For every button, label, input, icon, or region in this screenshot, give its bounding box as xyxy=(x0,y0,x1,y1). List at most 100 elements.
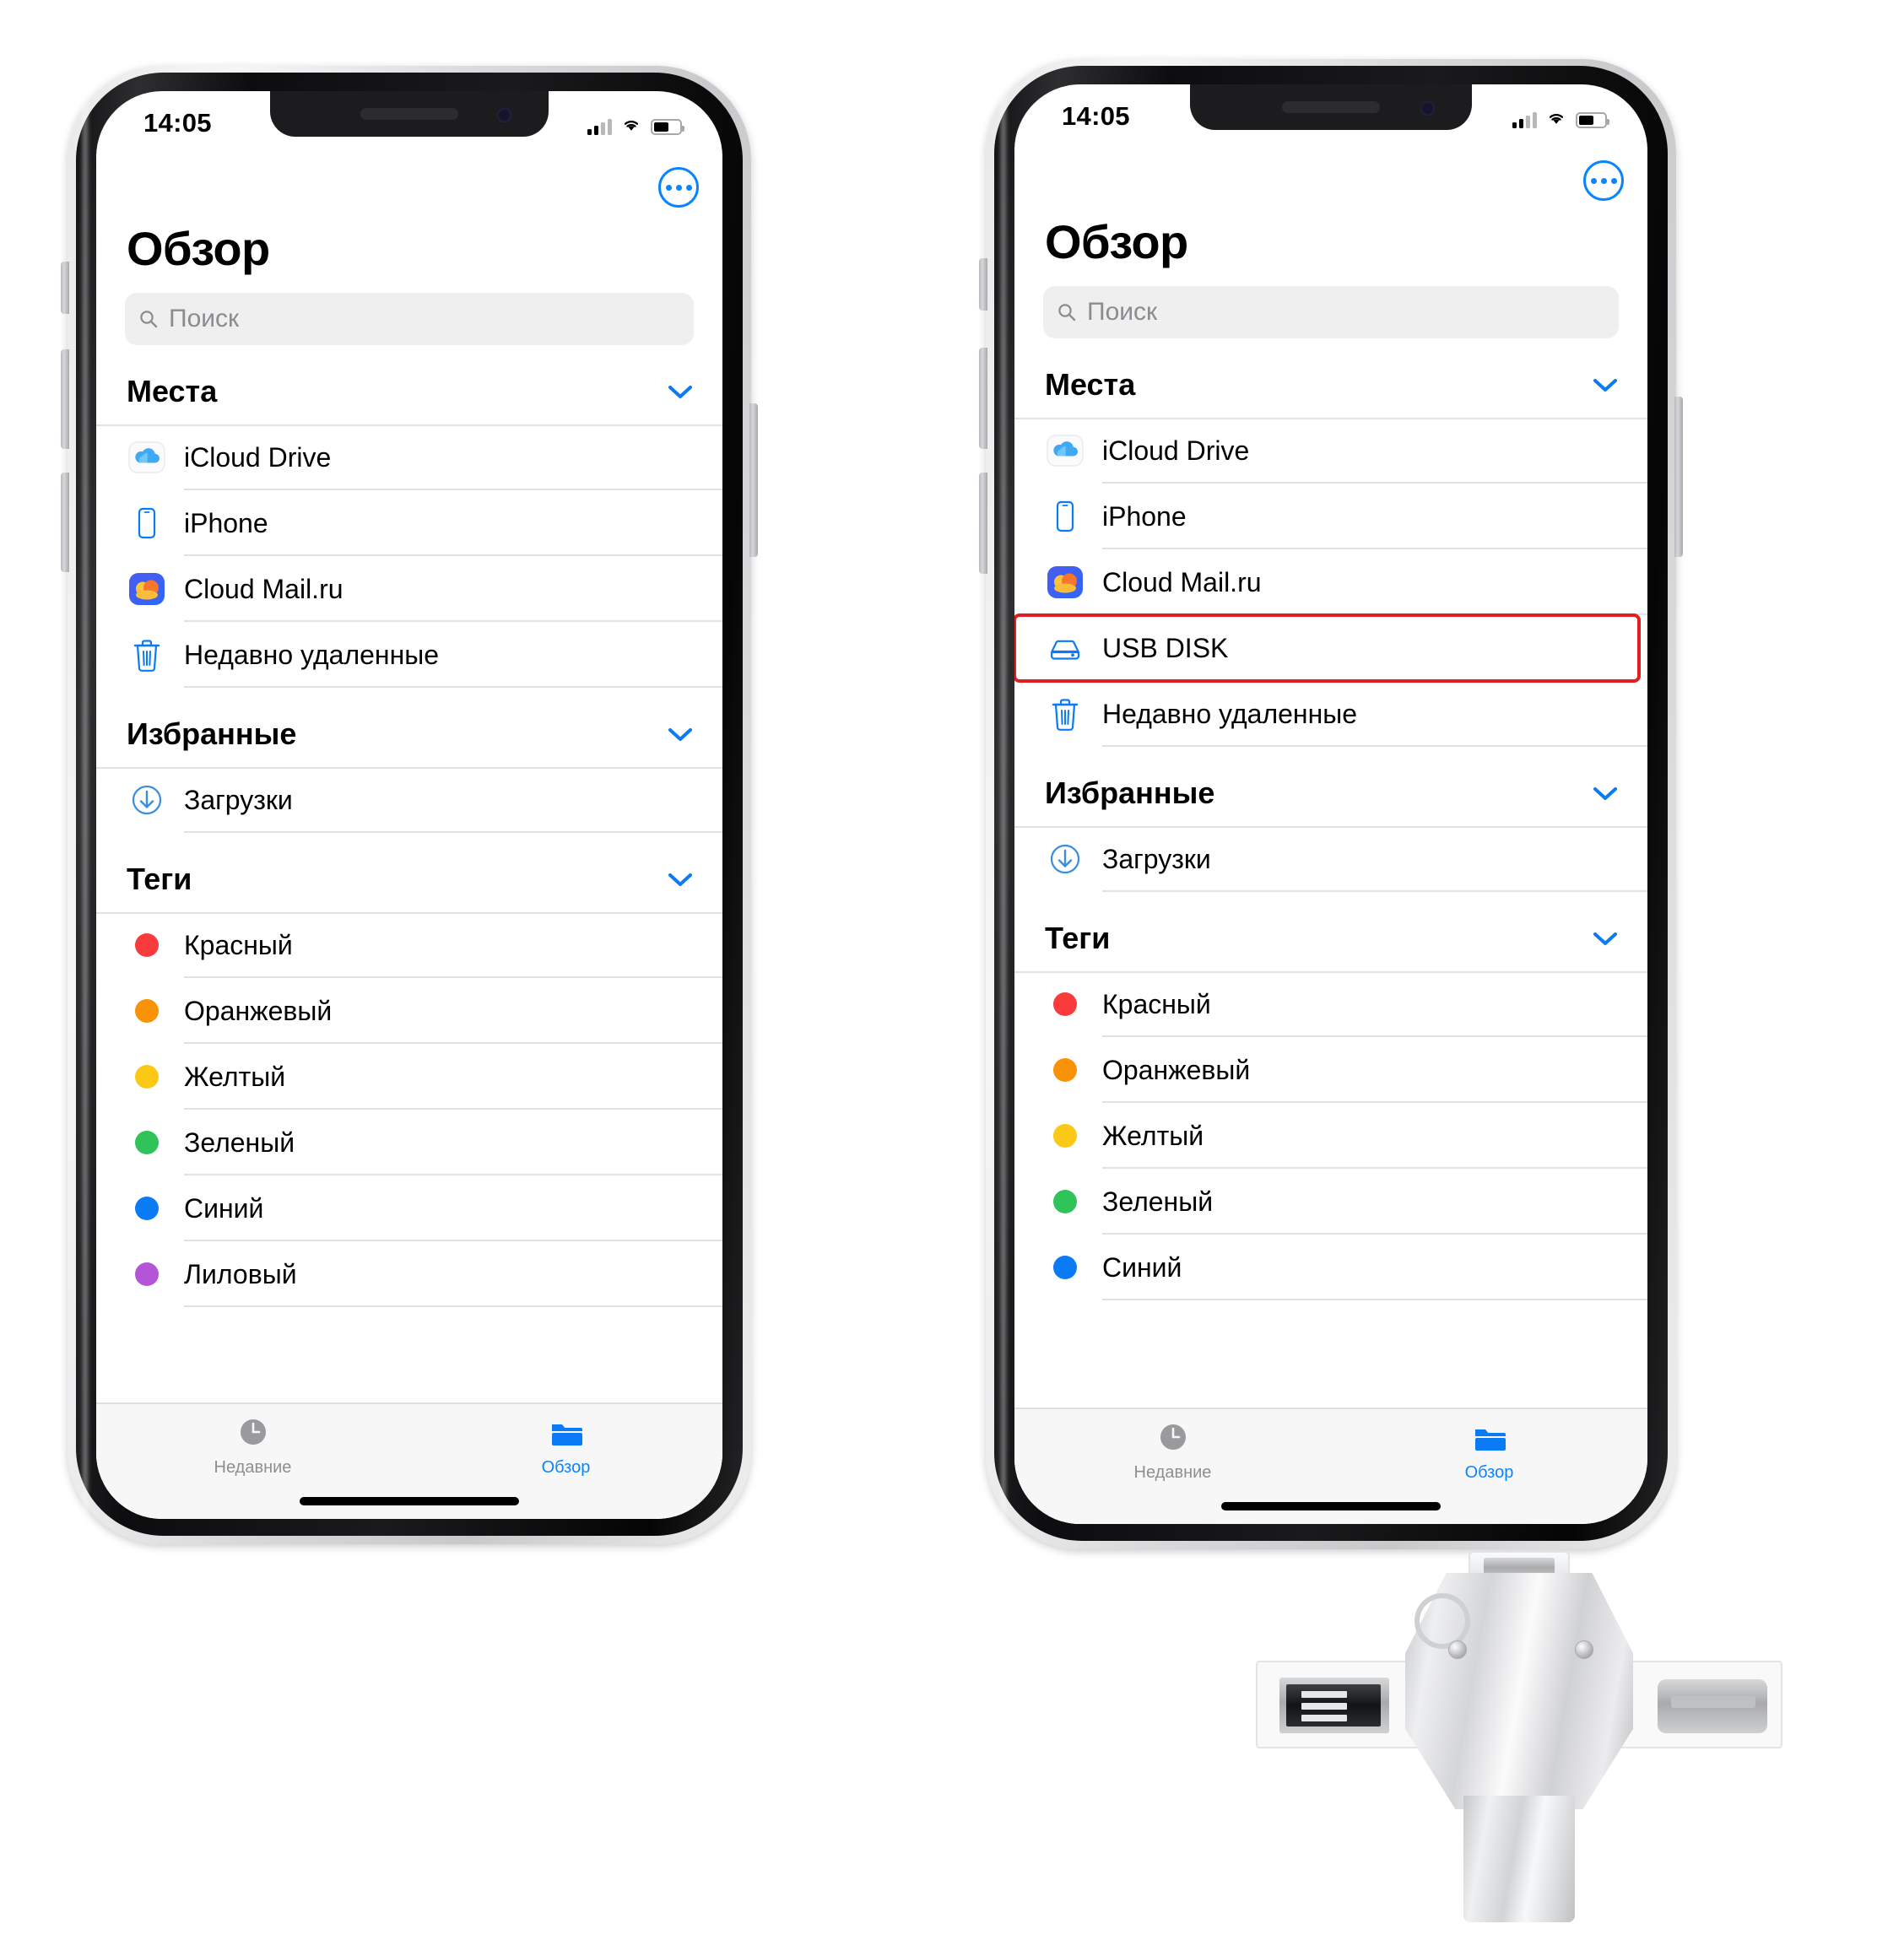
list-item[interactable]: Загрузки xyxy=(96,767,722,833)
list-item[interactable]: Оранжевый xyxy=(96,978,722,1044)
tab-bar: Недавние Обзор xyxy=(1014,1408,1647,1524)
usb-pin xyxy=(1301,1691,1347,1698)
power-button[interactable] xyxy=(1674,397,1683,557)
list-item[interactable]: Красный xyxy=(1014,971,1647,1037)
search-icon xyxy=(1058,304,1076,322)
list-item[interactable]: Cloud Mail.ru xyxy=(1014,549,1647,615)
section-header-favorites[interactable]: Избранные xyxy=(1014,747,1647,826)
tag-color-dot-icon xyxy=(1045,1116,1085,1156)
list-item[interactable]: Лиловый xyxy=(96,1241,722,1307)
wifi-icon xyxy=(1549,113,1564,124)
chevron-down-icon[interactable] xyxy=(1592,785,1619,802)
list-item-label: Недавно удаленные xyxy=(1102,698,1358,729)
list-item[interactable]: Cloud Mail.ru xyxy=(96,556,722,622)
phone-screen-right: 14:05 Обзор Поиск Места iCloud Drive iPh… xyxy=(1014,84,1647,1524)
section-header-places[interactable]: Места xyxy=(1014,338,1647,418)
trash-icon xyxy=(127,635,167,675)
search-placeholder: Поиск xyxy=(169,305,240,332)
more-dot-icon xyxy=(685,184,692,191)
tag-color-dot-icon xyxy=(127,991,167,1031)
tab-label: Обзор xyxy=(541,1458,591,1477)
tab-browse[interactable]: Обзор xyxy=(1331,1409,1647,1483)
volume-up-button[interactable] xyxy=(979,348,987,449)
list-item[interactable]: iCloud Drive xyxy=(96,424,722,490)
tag-color-dot-icon xyxy=(1045,1247,1085,1288)
usb-a-connector xyxy=(1463,1796,1575,1922)
list-item-label: Недавно удаленные xyxy=(184,639,440,670)
list-item-label: iPhone xyxy=(184,507,268,538)
mute-switch-button[interactable] xyxy=(979,258,987,311)
list-item[interactable]: Недавно удаленные xyxy=(96,622,722,688)
mute-switch-button[interactable] xyxy=(61,262,69,314)
chevron-down-icon[interactable] xyxy=(667,383,694,400)
cellular-bars-icon xyxy=(1512,111,1537,128)
list-item-label: Оранжевый xyxy=(184,995,333,1026)
battery-icon xyxy=(1576,112,1609,128)
list-item-label: USB DISK xyxy=(1102,632,1229,663)
usb-pin xyxy=(1301,1715,1347,1721)
search-placeholder: Поиск xyxy=(1087,298,1158,326)
section-header-places[interactable]: Места xyxy=(96,345,722,424)
list-item[interactable]: iPhone xyxy=(1014,484,1647,549)
section-title-places: Места xyxy=(1045,367,1136,402)
list-item[interactable]: Зеленый xyxy=(96,1110,722,1175)
status-time: 14:05 xyxy=(1062,101,1130,131)
list-item[interactable]: Желтый xyxy=(96,1044,722,1110)
list-item-label: Оранжевый xyxy=(1102,1054,1251,1085)
tab-recent[interactable]: Недавние xyxy=(96,1404,409,1478)
section-header-tags[interactable]: Теги xyxy=(96,833,722,912)
cloud-mail-ru-icon xyxy=(1045,562,1085,603)
tag-color-dot-icon xyxy=(1045,1181,1085,1222)
tag-color-dot-icon xyxy=(1045,984,1085,1024)
list-item[interactable]: Желтый xyxy=(1014,1103,1647,1169)
list-item-usb-disk[interactable]: USB DISK xyxy=(1014,613,1641,683)
home-indicator[interactable] xyxy=(1221,1502,1441,1510)
section-title-favorites: Избранные xyxy=(127,716,297,751)
section-header-favorites[interactable]: Избранные xyxy=(96,688,722,767)
more-dot-icon xyxy=(1590,177,1597,184)
phone-right: 14:05 Обзор Поиск Места iCloud Drive iPh… xyxy=(979,59,1683,1549)
list-item-label: Лиловый xyxy=(184,1258,297,1289)
more-dot-icon xyxy=(1610,177,1617,184)
phone-screen-left: 14:05 Обзор Поиск Места iCloud Drive iPh… xyxy=(96,91,722,1519)
volume-up-button[interactable] xyxy=(61,349,69,449)
list-item[interactable]: Синий xyxy=(1014,1235,1647,1300)
chevron-down-icon[interactable] xyxy=(667,871,694,888)
search-input[interactable]: Поиск xyxy=(1043,286,1619,338)
list-item[interactable]: iCloud Drive xyxy=(1014,418,1647,484)
tab-label: Недавние xyxy=(214,1458,292,1477)
list-item-label: Желтый xyxy=(184,1061,286,1092)
tab-browse[interactable]: Обзор xyxy=(409,1404,722,1478)
status-time: 14:05 xyxy=(143,108,212,138)
section-title-places: Места xyxy=(127,374,218,408)
iphone-icon xyxy=(1045,496,1085,537)
list-item[interactable]: Загрузки xyxy=(1014,826,1647,892)
power-button[interactable] xyxy=(749,403,758,557)
list-item[interactable]: iPhone xyxy=(96,490,722,556)
volume-down-button[interactable] xyxy=(61,473,69,572)
more-button[interactable] xyxy=(1583,160,1624,201)
section-title-favorites: Избранные xyxy=(1045,775,1215,810)
list-item[interactable]: Красный xyxy=(96,912,722,978)
phone-left: 14:05 Обзор Поиск Места iCloud Drive iPh… xyxy=(61,66,758,1544)
list-item-label: Зеленый xyxy=(184,1127,295,1158)
list-item-label: Синий xyxy=(1102,1251,1182,1283)
list-item[interactable]: Зеленый xyxy=(1014,1169,1647,1235)
tab-bar: Недавние Обзор xyxy=(96,1402,722,1519)
list-item-label: iCloud Drive xyxy=(1102,435,1250,466)
chevron-down-icon[interactable] xyxy=(1592,376,1619,393)
tag-color-dot-icon xyxy=(127,925,167,965)
section-title-tags: Теги xyxy=(1045,921,1111,955)
folder-icon xyxy=(1470,1419,1509,1458)
search-input[interactable]: Поиск xyxy=(125,293,694,345)
volume-down-button[interactable] xyxy=(979,473,987,574)
list-item[interactable]: Оранжевый xyxy=(1014,1037,1647,1103)
section-header-tags[interactable]: Теги xyxy=(1014,892,1647,971)
chevron-down-icon[interactable] xyxy=(1592,930,1619,947)
list-item[interactable]: Недавно удаленные xyxy=(1014,681,1647,747)
list-item[interactable]: Синий xyxy=(96,1175,722,1241)
more-button[interactable] xyxy=(658,167,699,208)
home-indicator[interactable] xyxy=(300,1497,519,1505)
tab-recent[interactable]: Недавние xyxy=(1014,1409,1331,1483)
chevron-down-icon[interactable] xyxy=(667,726,694,743)
